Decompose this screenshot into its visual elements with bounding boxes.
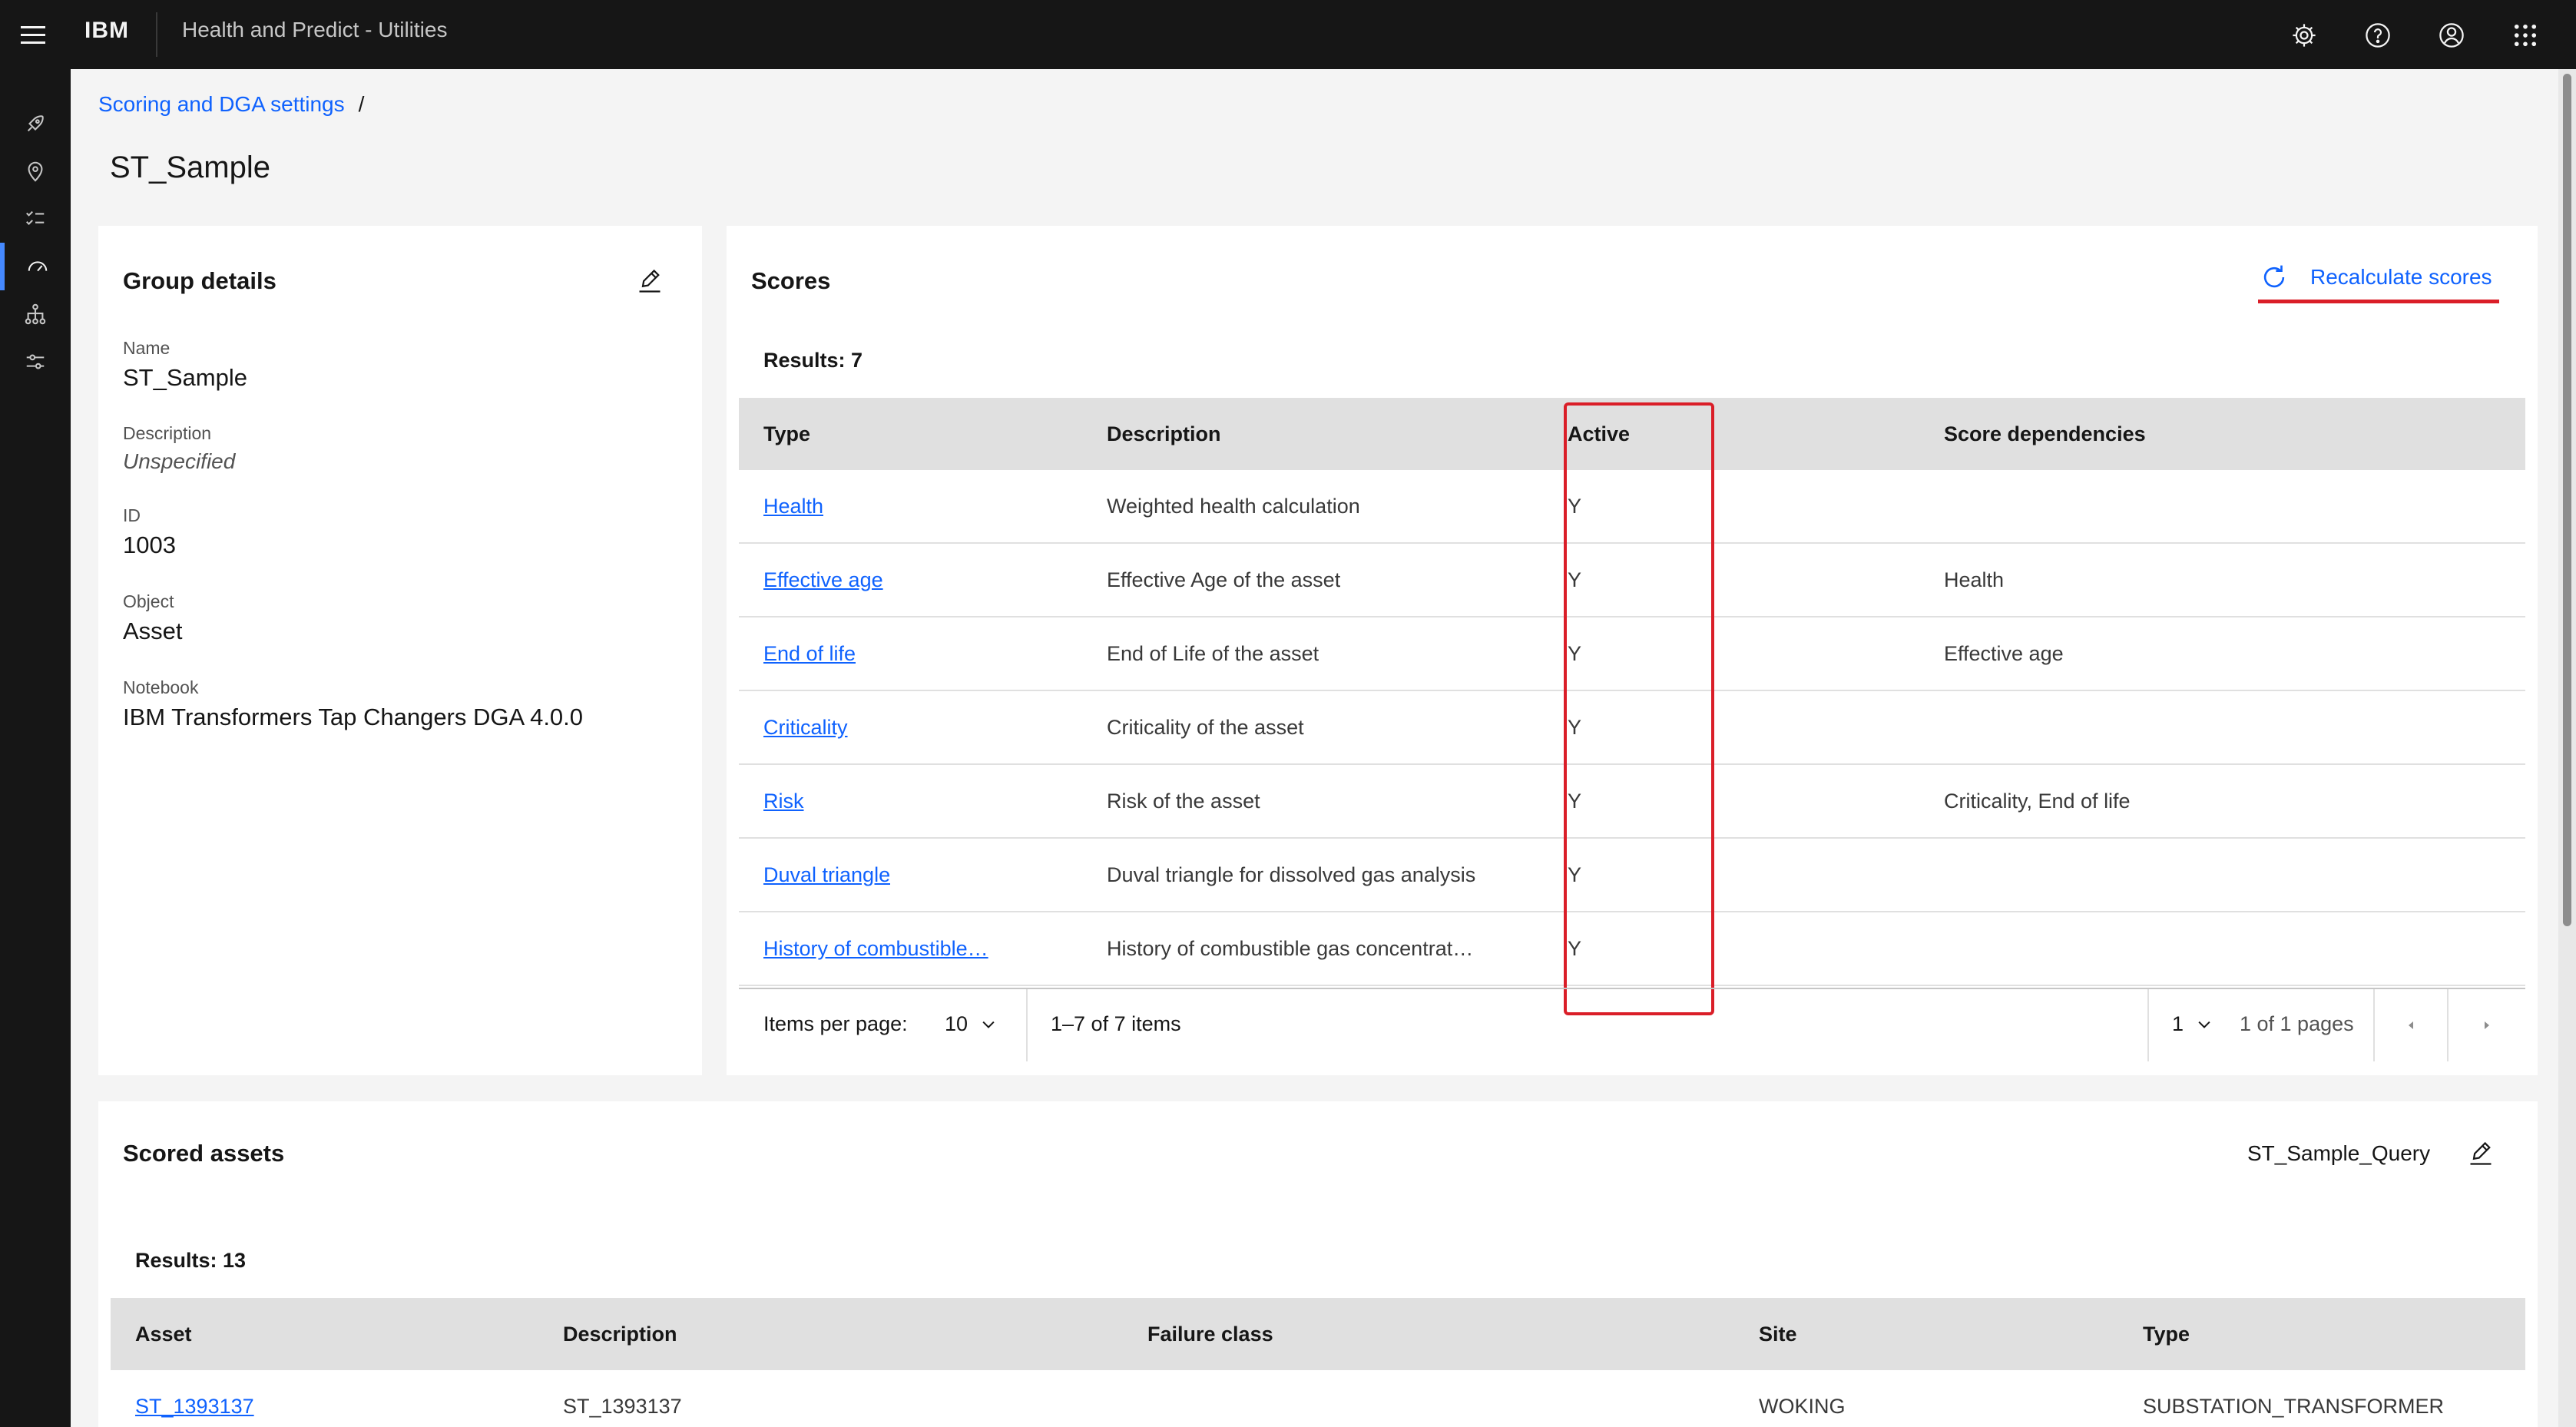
score-description: Risk of the asset <box>1107 789 1260 813</box>
col-header-failure-class[interactable]: Failure class <box>1147 1298 1273 1370</box>
field-value-id: 1003 <box>123 531 176 558</box>
help-icon[interactable] <box>2356 14 2399 57</box>
score-type-link[interactable]: History of combustible… <box>763 912 988 985</box>
items-per-page-label: Items per page: <box>763 1012 908 1035</box>
edit-query-pencil-icon[interactable] <box>2459 1132 2502 1175</box>
previous-page-button[interactable] <box>2373 989 2447 1061</box>
asset-site: WOKING <box>1759 1394 1846 1418</box>
breadcrumb: Scoring and DGA settings / <box>98 92 364 117</box>
refresh-icon <box>2263 265 2285 288</box>
recalculate-scores-button[interactable]: Recalculate scores <box>2260 258 2492 296</box>
field-label-object: Object <box>123 591 174 611</box>
scores-tile: Scores Recalculate scores Results: 7 Typ… <box>727 226 2538 1075</box>
asset-link[interactable]: ST_1393137 <box>135 1370 254 1427</box>
page-select[interactable]: 1 <box>2172 1012 2213 1036</box>
items-per-page-value: 10 <box>945 1012 968 1035</box>
field-label-id: ID <box>123 505 141 525</box>
caret-left-icon <box>2409 1021 2413 1029</box>
hamburger-menu-icon[interactable] <box>14 15 52 54</box>
col-header-type[interactable]: Type <box>2143 1298 2190 1370</box>
page-title: ST_Sample <box>110 151 270 184</box>
hierarchy-icon[interactable] <box>0 290 71 338</box>
score-description: Duval triangle for dissolved gas analysi… <box>1107 862 1476 886</box>
score-dependencies: Criticality, End of life <box>1944 789 2131 813</box>
app-switcher-icon[interactable] <box>2504 14 2547 57</box>
field-value-name: ST_Sample <box>123 364 247 391</box>
side-nav <box>0 69 71 1427</box>
score-type-link[interactable]: Effective age <box>763 544 883 616</box>
next-page-button[interactable] <box>2447 989 2525 1061</box>
col-header-description[interactable]: Description <box>1107 398 1221 470</box>
score-description: End of Life of the asset <box>1107 641 1319 665</box>
pagination-divider <box>2147 989 2149 1061</box>
user-avatar-icon[interactable] <box>2430 14 2473 57</box>
query-name: ST_Sample_Query <box>2247 1141 2431 1165</box>
col-header-score-dependencies[interactable]: Score dependencies <box>1944 398 2146 470</box>
page-scrollbar-thumb[interactable] <box>2563 74 2571 926</box>
score-description: History of combustible gas concentrat… <box>1107 936 1474 960</box>
rocket-icon[interactable] <box>0 100 71 147</box>
score-type-link[interactable]: Health <box>763 470 823 542</box>
scored-assets-title: Scored assets <box>123 1140 285 1167</box>
dashboard-gauge-icon[interactable] <box>0 243 71 290</box>
app-title: Health and Predict - Utilities <box>182 18 448 41</box>
scores-results-count: Results: 7 <box>763 349 863 372</box>
col-header-asset[interactable]: Asset <box>135 1298 192 1370</box>
field-value-description: Unspecified <box>123 449 236 473</box>
col-header-site[interactable]: Site <box>1759 1298 1797 1370</box>
score-dependencies: Effective age <box>1944 641 2064 665</box>
score-type-link[interactable]: Duval triangle <box>763 839 890 911</box>
group-details-title: Group details <box>123 267 276 294</box>
brand-name[interactable]: IBM <box>84 18 129 44</box>
top-header: IBM Health and Predict - Utilities <box>0 0 2576 69</box>
header-divider <box>156 12 157 57</box>
table-row: ST_1393137 ST_1393137 WOKING SUBSTATION_TRA… <box>111 1370 2525 1427</box>
scored-assets-results-count: Results: 13 <box>135 1249 247 1272</box>
score-type-link[interactable]: Criticality <box>763 691 848 763</box>
active-column-highlight <box>1564 402 1714 1015</box>
score-description: Effective Age of the asset <box>1107 568 1341 591</box>
settings-sliders-icon[interactable] <box>0 338 71 386</box>
col-header-description[interactable]: Description <box>563 1298 677 1370</box>
page-total: 1 of 1 pages <box>2240 1012 2354 1035</box>
score-dependencies: Health <box>1944 568 2005 591</box>
field-value-notebook: IBM Transformers Tap Changers DGA 4.0.0 <box>123 704 584 730</box>
score-type-link[interactable]: End of life <box>763 617 856 690</box>
caret-right-icon <box>2485 1021 2489 1029</box>
field-value-object: Asset <box>123 617 183 644</box>
pagination-range: 1–7 of 7 items <box>1051 1012 1181 1035</box>
field-label-notebook: Notebook <box>123 677 199 697</box>
settings-gear-icon[interactable] <box>2283 14 2326 57</box>
items-per-page-select[interactable]: 10 <box>945 1012 997 1036</box>
scores-title: Scores <box>751 267 831 294</box>
breadcrumb-separator: / <box>358 92 365 116</box>
score-description: Weighted health calculation <box>1107 494 1360 518</box>
scored-assets-table-header: Asset Description Failure class Site Typ… <box>111 1298 2525 1370</box>
score-description: Criticality of the asset <box>1107 715 1304 739</box>
location-pin-icon[interactable] <box>0 147 71 195</box>
group-details-tile: Group details Name ST_Sample Description… <box>98 226 702 1075</box>
scored-assets-table: Asset Description Failure class Site Typ… <box>111 1298 2525 1427</box>
breadcrumb-link-scoring-settings[interactable]: Scoring and DGA settings <box>98 92 345 116</box>
col-header-type[interactable]: Type <box>763 398 810 470</box>
task-list-icon[interactable] <box>0 195 71 243</box>
field-label-description: Description <box>123 423 212 443</box>
recalculate-scores-label: Recalculate scores <box>2310 265 2492 289</box>
edit-pencil-icon[interactable] <box>628 260 671 303</box>
chevron-down-icon <box>2198 1021 2210 1028</box>
asset-type: SUBSTATION_TRANSFORMER <box>2143 1394 2445 1418</box>
pagination-divider <box>1026 989 1028 1061</box>
pagination-bar: Items per page: 10 1–7 of 7 items 1 1 of… <box>739 988 2525 1061</box>
scored-assets-tile: Scored assets ST_Sample_Query Results: 1… <box>98 1101 2538 1427</box>
field-label-name: Name <box>123 338 171 358</box>
recalculate-highlight-underline <box>2258 300 2499 303</box>
score-type-link[interactable]: Risk <box>763 765 804 837</box>
scored-assets-table-body: ST_1393137 ST_1393137 WOKING SUBSTATION_TRA… <box>111 1370 2525 1427</box>
asset-description: ST_1393137 <box>563 1394 682 1418</box>
chevron-down-icon <box>982 1021 995 1028</box>
page-select-value: 1 <box>2172 1012 2184 1035</box>
